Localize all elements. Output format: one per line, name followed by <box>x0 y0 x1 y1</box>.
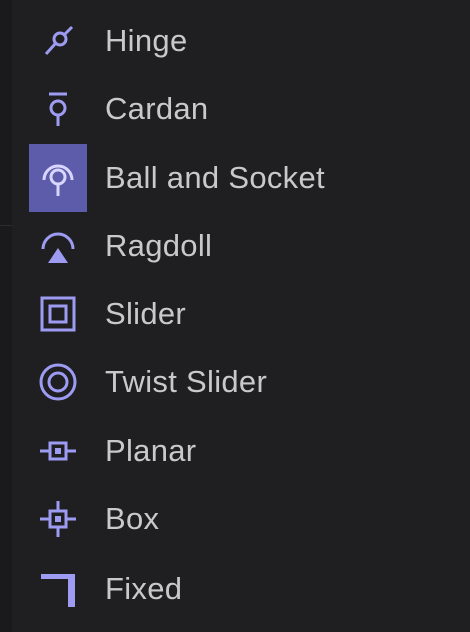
twist-slider-icon <box>29 348 87 416</box>
fixed-icon <box>29 555 87 623</box>
menu-item-box[interactable]: Box <box>12 485 470 553</box>
menu-item-cardan[interactable]: Cardan <box>12 75 470 143</box>
box-icon <box>29 485 87 553</box>
menu-item-label: Slider <box>105 296 187 331</box>
menu-item-label: Cardan <box>105 91 209 126</box>
slider-icon <box>29 280 87 348</box>
menu-item-hinge[interactable]: Hinge <box>12 7 470 75</box>
menu-item-label: Box <box>105 501 160 536</box>
planar-icon <box>29 417 87 485</box>
menu-item-label: Twist Slider <box>105 364 268 399</box>
joint-type-menu: Hinge Cardan Ball and Socket Ragdoll Sli… <box>12 0 470 632</box>
menu-item-slider[interactable]: Slider <box>12 280 470 348</box>
menu-item-label: Hinge <box>105 23 188 58</box>
menu-item-label: Planar <box>105 433 197 468</box>
panel-divider <box>0 225 12 226</box>
menu-item-label: Ragdoll <box>105 228 213 263</box>
ragdoll-icon <box>29 212 87 280</box>
menu-item-fixed[interactable]: Fixed <box>12 555 470 623</box>
menu-item-ball-and-socket[interactable]: Ball and Socket <box>12 144 470 212</box>
menu-item-label: Ball and Socket <box>105 160 325 195</box>
menu-item-twist-slider[interactable]: Twist Slider <box>12 348 470 416</box>
hinge-icon <box>29 7 87 75</box>
left-edge-panel <box>0 0 12 632</box>
cardan-icon <box>29 75 87 143</box>
menu-item-ragdoll[interactable]: Ragdoll <box>12 212 470 280</box>
menu-item-planar[interactable]: Planar <box>12 417 470 485</box>
ball-and-socket-icon <box>29 144 87 212</box>
menu-item-label: Fixed <box>105 571 183 606</box>
